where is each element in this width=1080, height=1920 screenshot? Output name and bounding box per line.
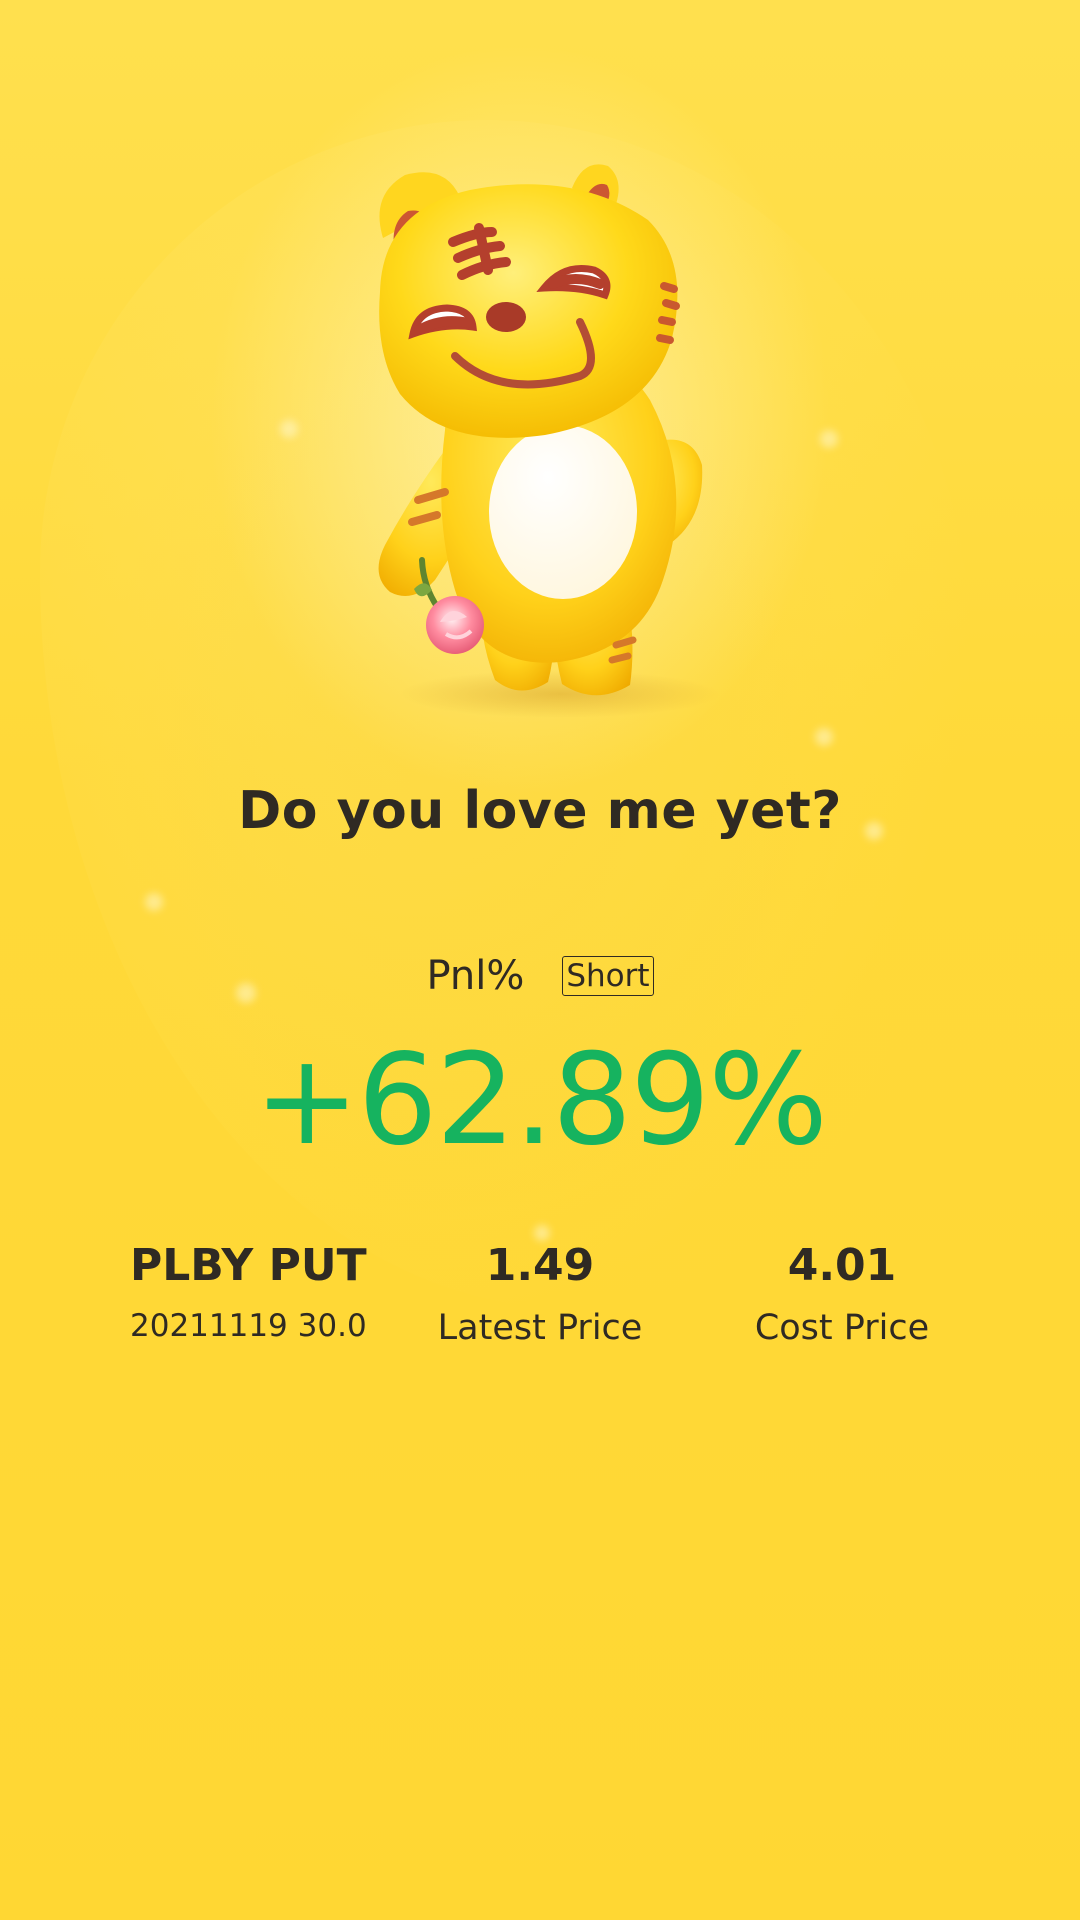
contract-details: 20211119 30.0 <box>130 1308 367 1344</box>
headline: Do you love me yet? <box>238 781 842 841</box>
cost-price-label: Cost Price <box>754 1308 930 1348</box>
latest-price-block: 1.49 Latest Price <box>410 1240 670 1350</box>
pnl-row: Pnl% Short <box>0 948 1080 1004</box>
latest-price-label: Latest Price <box>437 1308 643 1348</box>
sparkle-dot <box>534 1225 550 1241</box>
ticker-block: PLBY PUT 20211119 30.0 <box>130 1240 367 1346</box>
cost-price-value: 4.01 <box>787 1240 897 1291</box>
position-side-badge: Short <box>562 956 654 996</box>
pnl-label: Pnl% <box>426 953 525 999</box>
cost-price-block: 4.01 Cost Price <box>712 1240 972 1350</box>
sparkle-dot <box>145 893 163 911</box>
ticker-symbol: PLBY PUT <box>130 1240 367 1291</box>
tiger-mascot-icon <box>378 164 720 718</box>
position-stats: PLBY PUT 20211119 30.0 1.49 Latest Price… <box>120 1240 960 1370</box>
latest-price-value: 1.49 <box>485 1240 595 1291</box>
pnl-percent-value: +62.89% <box>253 1026 828 1173</box>
